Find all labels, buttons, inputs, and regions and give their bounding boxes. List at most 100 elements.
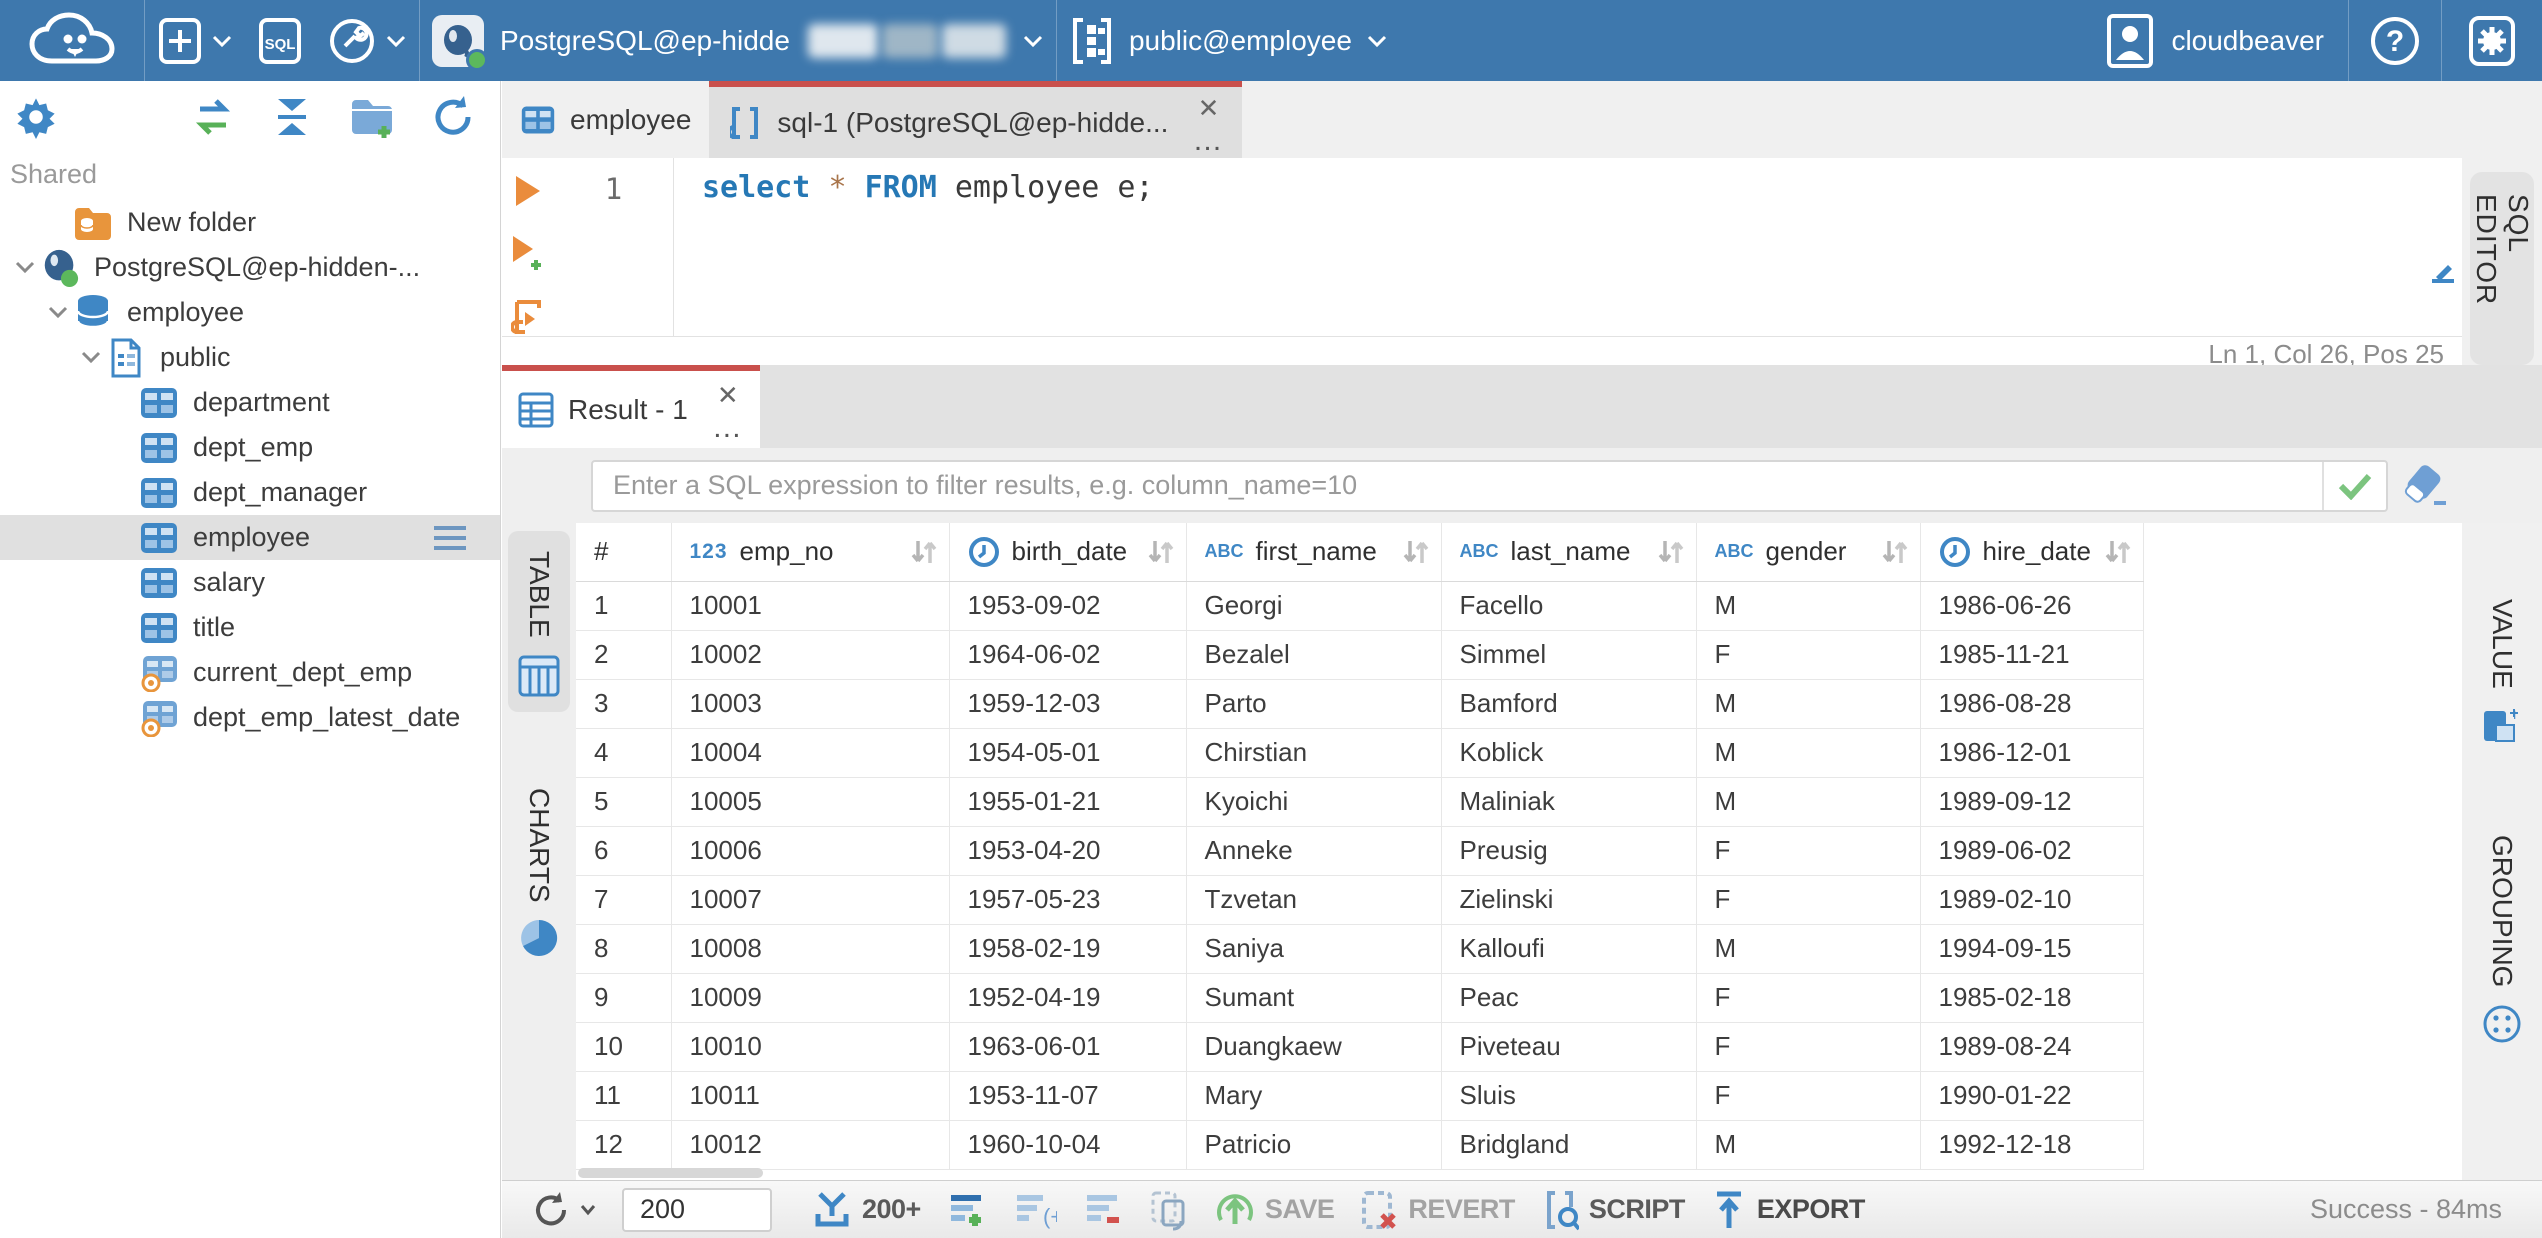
cell-index[interactable]: 1 [576,581,672,631]
cell-birth_date[interactable]: 1958-02-19 [948,924,1187,974]
cell-birth_date[interactable]: 1959-12-03 [948,679,1187,729]
row-limit-input[interactable] [622,1187,772,1232]
cell-birth_date[interactable]: 1957-05-23 [948,875,1187,925]
cell-first_name[interactable]: Mary [1185,1071,1442,1121]
cell-hire_date[interactable]: 1986-08-28 [1919,679,2144,729]
cell-index[interactable]: 6 [576,826,672,876]
filter-input[interactable] [593,461,2322,510]
cell-index[interactable]: 4 [576,728,672,778]
cell-last_name[interactable]: Kalloufi [1440,924,1697,974]
cell-birth_date[interactable]: 1953-11-07 [948,1071,1187,1121]
column-header-hire_date[interactable]: hire_date [1919,523,2144,582]
tree-item-employee[interactable]: employee [0,515,500,560]
cell-birth_date[interactable]: 1954-05-01 [948,728,1187,778]
panel-tab-value[interactable]: VALUE I [2471,579,2533,759]
cell-gender[interactable]: F [1695,1071,1921,1121]
cell-gender[interactable]: M [1695,679,1921,729]
cell-birth_date[interactable]: 1953-09-02 [948,581,1187,631]
refresh-icon[interactable] [430,94,476,140]
help-button[interactable]: ? [2349,15,2441,67]
new-connection-button[interactable] [145,17,245,64]
cell-emp_no[interactable]: 10012 [670,1120,950,1170]
tree-item-dept-emp[interactable]: dept_emp [0,425,500,470]
column-header-last_name[interactable]: ABC last_name [1440,523,1697,582]
cell-emp_no[interactable]: 10006 [670,826,950,876]
tab-menu-icon[interactable]: … [1192,125,1224,155]
cell-hire_date[interactable]: 1989-09-12 [1919,777,2144,827]
refresh-results-button[interactable] [532,1190,596,1230]
clear-filter-icon[interactable] [2404,464,2450,507]
settings-button[interactable] [2442,15,2542,67]
cell-last_name[interactable]: Piveteau [1440,1022,1697,1072]
cell-gender[interactable]: M [1695,581,1921,631]
collapse-all-icon[interactable] [270,95,314,139]
cell-hire_date[interactable]: 1989-06-02 [1919,826,2144,876]
cell-last_name[interactable]: Simmel [1440,630,1697,680]
cell-first_name[interactable]: Duangkaew [1185,1022,1442,1072]
tree-item-dept-emp-latest-date[interactable]: dept_emp_latest_date [0,695,500,740]
cell-emp_no[interactable]: 10004 [670,728,950,778]
cell-last_name[interactable]: Preusig [1440,826,1697,876]
cell-emp_no[interactable]: 10009 [670,973,950,1023]
cell-hire_date[interactable]: 1989-08-24 [1919,1022,2144,1072]
cell-emp_no[interactable]: 10010 [670,1022,950,1072]
cell-emp_no[interactable]: 10011 [670,1071,950,1121]
expand-chevron-icon[interactable] [76,351,106,365]
tab-sql-editor[interactable]: SQL EDITOR [2432,172,2534,365]
editor-tab-sql-1[interactable]: sql-1 (PostgreSQL@ep-hidde... ✕… [709,81,1243,158]
cell-index[interactable]: 12 [576,1120,672,1170]
copy-special-button[interactable] [1149,1189,1189,1231]
cell-index[interactable]: 2 [576,630,672,680]
cell-emp_no[interactable]: 10008 [670,924,950,974]
sort-arrows-icon[interactable] [1146,537,1176,567]
cell-birth_date[interactable]: 1964-06-02 [948,630,1187,680]
cell-last_name[interactable]: Bamford [1440,679,1697,729]
tree-item-dept-manager[interactable]: dept_manager [0,470,500,515]
schema-selector[interactable]: public@employee [1057,16,1400,66]
expand-chevron-icon[interactable] [43,306,73,320]
cell-first_name[interactable]: Kyoichi [1185,777,1442,827]
execute-query-button[interactable] [513,174,543,208]
sidebar-settings-icon[interactable] [14,95,58,139]
cell-first_name[interactable]: Parto [1185,679,1442,729]
column-header-gender[interactable]: ABC gender [1695,523,1921,582]
horizontal-scrollbar[interactable] [578,1168,763,1178]
cell-first_name[interactable]: Saniya [1185,924,1442,974]
execute-script-button[interactable] [511,298,545,336]
cell-gender[interactable]: M [1695,777,1921,827]
cell-emp_no[interactable]: 10007 [670,875,950,925]
tab-menu-icon[interactable]: … [712,412,744,442]
sort-arrows-icon[interactable] [1880,537,1910,567]
editor-tab-employee[interactable]: employee [502,81,709,158]
sort-arrows-icon[interactable] [2103,537,2133,567]
sort-arrows-icon[interactable] [1656,537,1686,567]
cell-emp_no[interactable]: 10005 [670,777,950,827]
export-button[interactable]: EXPORT [1711,1190,1865,1230]
cell-hire_date[interactable]: 1986-06-26 [1919,581,2144,631]
cell-emp_no[interactable]: 10002 [670,630,950,680]
cell-birth_date[interactable]: 1960-10-04 [948,1120,1187,1170]
cell-first_name[interactable]: Anneke [1185,826,1442,876]
cell-birth_date[interactable]: 1955-01-21 [948,777,1187,827]
cell-last_name[interactable]: Zielinski [1440,875,1697,925]
cell-gender[interactable]: F [1695,973,1921,1023]
tree-item-department[interactable]: department [0,380,500,425]
column-header-emp_no[interactable]: 123 emp_no [670,523,950,582]
cell-birth_date[interactable]: 1963-06-01 [948,1022,1187,1072]
expand-chevron-icon[interactable] [10,261,40,275]
tree-item-postgresql-ep-hidden-[interactable]: PostgreSQL@ep-hidden-... [0,245,500,290]
script-button[interactable]: SCRIPT [1541,1189,1685,1231]
cell-last_name[interactable]: Bridgland [1440,1120,1697,1170]
cell-gender[interactable]: F [1695,875,1921,925]
save-button[interactable]: SAVE [1215,1190,1335,1230]
column-header-birth_date[interactable]: birth_date [948,523,1187,582]
cell-first_name[interactable]: Bezalel [1185,630,1442,680]
cell-gender[interactable]: M [1695,728,1921,778]
cell-first_name[interactable]: Patricio [1185,1120,1442,1170]
link-with-editor-icon[interactable] [190,97,236,137]
cell-last_name[interactable]: Peac [1440,973,1697,1023]
delete-row-button[interactable] [1083,1190,1123,1230]
presentation-tab-charts[interactable]: CHARTS [508,768,570,973]
new-sql-editor-button[interactable]: SQL [245,17,315,64]
cell-hire_date[interactable]: 1986-12-01 [1919,728,2144,778]
